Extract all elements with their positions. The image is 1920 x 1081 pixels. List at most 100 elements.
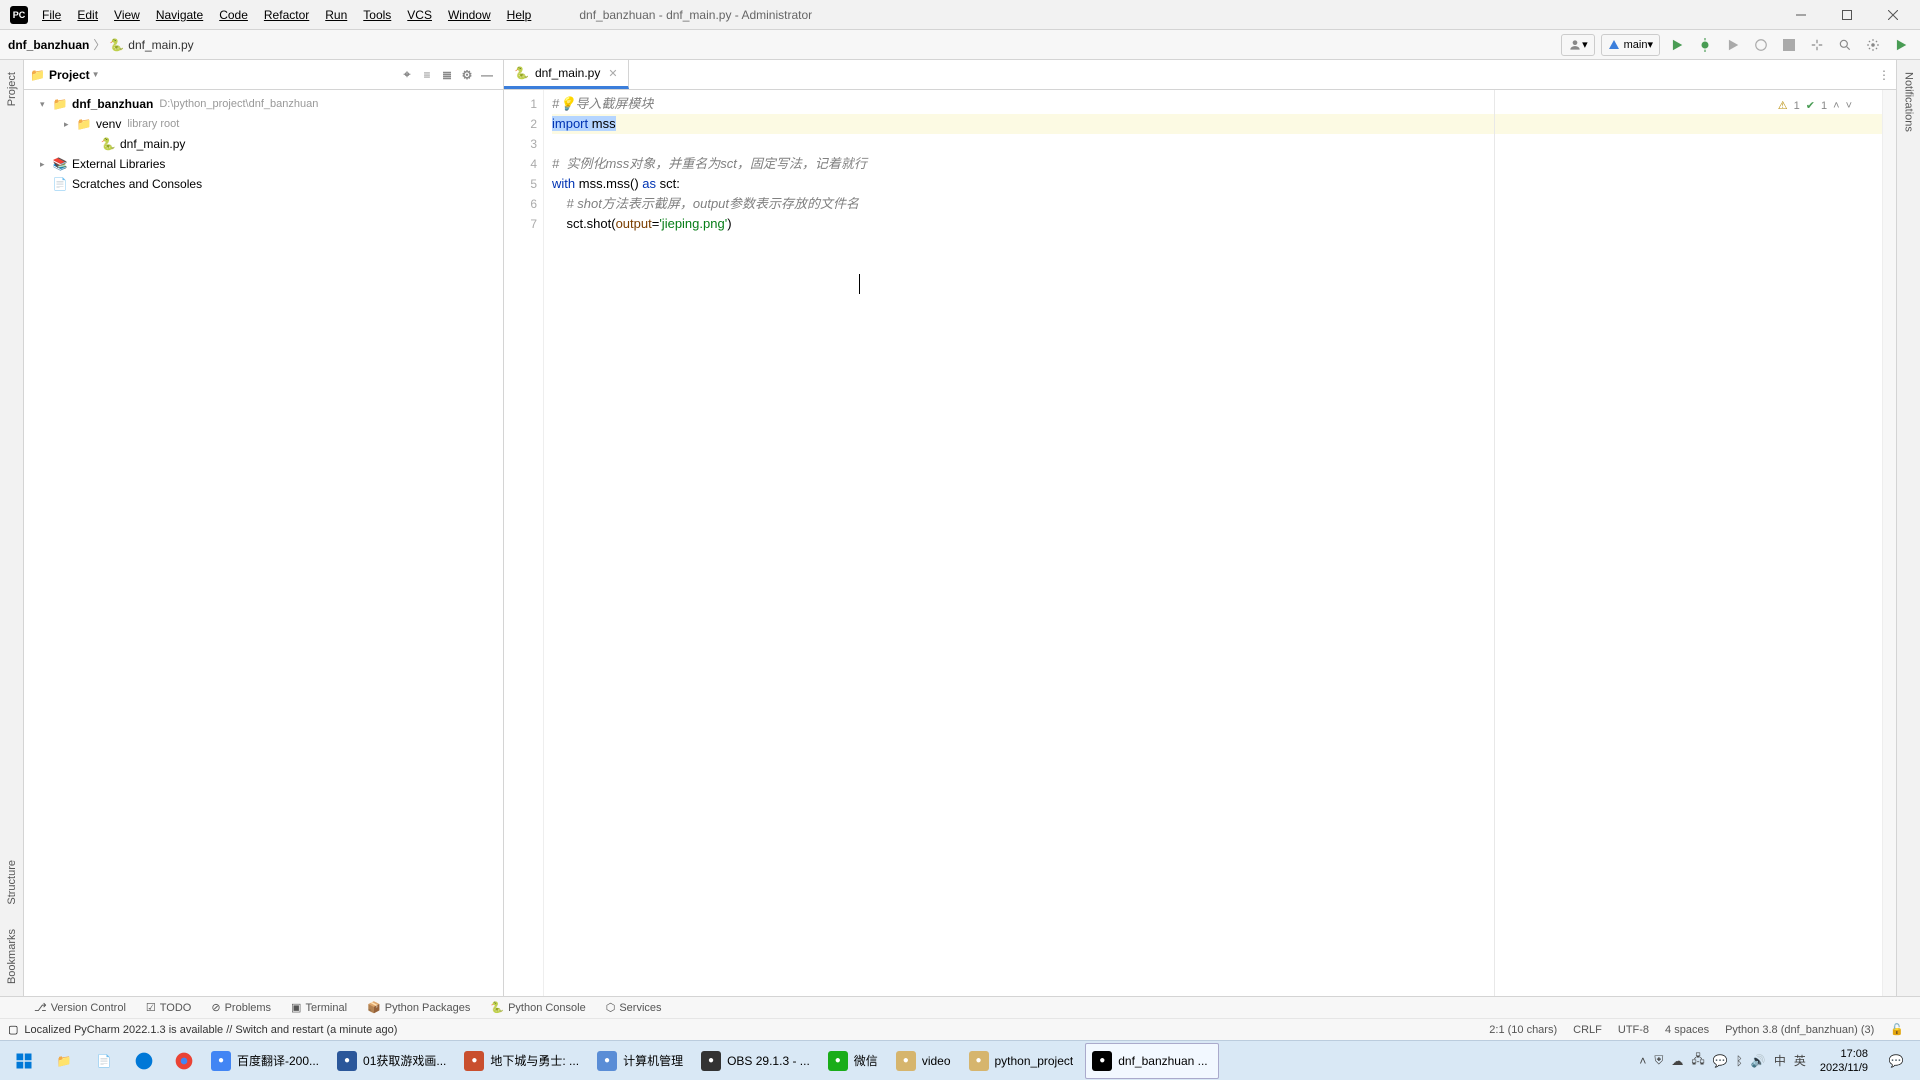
explorer-pinned-icon[interactable]: 📁	[44, 1041, 84, 1081]
taskbar-app[interactable]: ●01获取游戏画...	[331, 1043, 456, 1079]
notepad-pinned-icon[interactable]: 📄	[84, 1041, 124, 1081]
app-icon: ●	[1092, 1051, 1112, 1071]
coverage-button[interactable]	[1722, 34, 1744, 56]
project-view-dropdown[interactable]: ▼	[92, 70, 100, 79]
settings-button[interactable]	[1862, 34, 1884, 56]
tree-external-libs[interactable]: ▸ 📚 External Libraries	[24, 154, 503, 174]
select-opened-file-icon[interactable]: ⌖	[397, 65, 417, 85]
status-indicator-icon[interactable]: ▢	[8, 1023, 18, 1036]
code-editor[interactable]: 1234567 ⚠1 ✔1 ˄ ˅ #💡导入截屏模块 import mss # …	[504, 90, 1896, 996]
taskbar-app[interactable]: ●微信	[822, 1043, 888, 1079]
tree-venv[interactable]: ▸ 📁 venv library root	[24, 114, 503, 134]
taskbar-app[interactable]: ●video	[890, 1043, 961, 1079]
stop-button[interactable]	[1778, 34, 1800, 56]
taskbar-app[interactable]: ●python_project	[963, 1043, 1084, 1079]
app-label: python_project	[995, 1054, 1074, 1068]
chevron-down-icon[interactable]: ˅	[1846, 96, 1852, 116]
search-everywhere-button[interactable]	[1834, 34, 1856, 56]
user-button[interactable]: ▾	[1561, 34, 1595, 56]
taskbar-app[interactable]: ●OBS 29.1.3 - ...	[695, 1043, 820, 1079]
taskbar-app[interactable]: ●地下城与勇士: ...	[458, 1043, 589, 1079]
run-anything-button[interactable]	[1890, 34, 1912, 56]
taskbar-app[interactable]: ●dnf_banzhuan ...	[1085, 1043, 1218, 1079]
taskbar-clock[interactable]: 17:08 2023/11/9	[1812, 1047, 1876, 1075]
menu-tools[interactable]: Tools	[355, 0, 399, 30]
ime-indicator-1[interactable]: 中	[1774, 1052, 1786, 1069]
python-console-tab[interactable]: 🐍 Python Console	[480, 1001, 595, 1014]
action-center-icon[interactable]: 💬	[1876, 1041, 1916, 1081]
menu-file[interactable]: File	[34, 0, 69, 30]
indent-info[interactable]: 4 spaces	[1657, 1024, 1717, 1036]
tray-bluetooth-icon[interactable]: ᛒ	[1736, 1054, 1743, 1068]
menu-refactor[interactable]: Refactor	[256, 0, 317, 30]
menu-help[interactable]: Help	[499, 0, 540, 30]
debug-button[interactable]	[1694, 34, 1716, 56]
inspection-widget[interactable]: ⚠1 ✔1 ˄ ˅	[1778, 96, 1852, 116]
caret-position[interactable]: 2:1 (10 chars)	[1481, 1024, 1565, 1036]
system-tray[interactable]: ˄ ⛨ ☁ 🖧 💬 ᛒ 🔊 中 英	[1633, 1050, 1812, 1071]
terminal-tab[interactable]: ▣ Terminal	[281, 1001, 357, 1014]
chevron-right-icon[interactable]: ▸	[64, 119, 76, 130]
version-control-tab[interactable]: ⎇ Version Control	[24, 1001, 136, 1014]
breadcrumb-project[interactable]: dnf_banzhuan	[8, 38, 89, 52]
tab-dnf-main[interactable]: 🐍 dnf_main.py ✕	[504, 60, 629, 89]
menu-edit[interactable]: Edit	[69, 0, 106, 30]
chevron-down-icon[interactable]: ▾	[40, 99, 52, 110]
notifications-tool-tab[interactable]: Notifications	[1899, 60, 1919, 144]
tray-wechat-icon[interactable]: 💬	[1713, 1054, 1728, 1068]
interpreter-info[interactable]: Python 3.8 (dnf_banzhuan) (3)	[1717, 1024, 1882, 1036]
menu-navigate[interactable]: Navigate	[148, 0, 211, 30]
services-tab[interactable]: ⬡ Services	[596, 1001, 672, 1014]
chevron-up-icon[interactable]: ˄	[1833, 96, 1839, 116]
hide-panel-icon[interactable]: —	[477, 65, 497, 85]
panel-settings-icon[interactable]: ⚙	[457, 65, 477, 85]
tabs-menu-icon[interactable]: ⋮	[1872, 60, 1896, 89]
close-button[interactable]	[1870, 0, 1916, 30]
file-encoding[interactable]: UTF-8	[1610, 1024, 1657, 1036]
git-update-button[interactable]	[1806, 34, 1828, 56]
minimize-button[interactable]	[1778, 0, 1824, 30]
run-config-selector[interactable]: main ▾	[1601, 34, 1660, 56]
windows-taskbar: 📁 📄 ●百度翻译-200...●01获取游戏画...●地下城与勇士: ...●…	[0, 1040, 1920, 1080]
taskbar-app[interactable]: ●百度翻译-200...	[205, 1043, 329, 1079]
tray-chevron-up-icon[interactable]: ˄	[1639, 1054, 1646, 1068]
collapse-all-icon[interactable]: ≣	[437, 65, 457, 85]
breadcrumb-file[interactable]: dnf_main.py	[128, 38, 193, 52]
edge-pinned-icon[interactable]	[124, 1041, 164, 1081]
project-tree[interactable]: ▾ 📁 dnf_banzhuan D:\python_project\dnf_b…	[24, 90, 503, 996]
line-separator[interactable]: CRLF	[1565, 1024, 1610, 1036]
editor-scrollbar[interactable]	[1882, 90, 1896, 996]
tree-root[interactable]: ▾ 📁 dnf_banzhuan D:\python_project\dnf_b…	[24, 94, 503, 114]
app-label: 01获取游戏画...	[363, 1052, 446, 1069]
chrome-pinned-icon[interactable]	[164, 1041, 204, 1081]
taskbar-app[interactable]: ●计算机管理	[591, 1043, 693, 1079]
readonly-lock-icon[interactable]: 🔓	[1882, 1023, 1912, 1036]
tree-scratches[interactable]: 📄 Scratches and Consoles	[24, 174, 503, 194]
bookmarks-tool-tab[interactable]: Bookmarks	[2, 917, 22, 996]
menu-code[interactable]: Code	[211, 0, 256, 30]
menu-view[interactable]: View	[106, 0, 148, 30]
tray-volume-icon[interactable]: 🔊	[1751, 1054, 1766, 1068]
menu-vcs[interactable]: VCS	[399, 0, 440, 30]
maximize-button[interactable]	[1824, 0, 1870, 30]
tray-security-icon[interactable]: ⛨	[1654, 1053, 1663, 1068]
folder-icon: 📁	[76, 117, 92, 131]
todo-tab[interactable]: ☑ TODO	[136, 1001, 201, 1014]
profile-button[interactable]	[1750, 34, 1772, 56]
close-tab-icon[interactable]: ✕	[608, 67, 617, 80]
python-packages-tab[interactable]: 📦 Python Packages	[357, 1001, 480, 1014]
menu-run[interactable]: Run	[317, 0, 355, 30]
tray-network-icon[interactable]: 🖧	[1691, 1050, 1704, 1071]
start-button[interactable]	[4, 1041, 44, 1081]
menu-window[interactable]: Window	[440, 0, 499, 30]
run-button[interactable]	[1666, 34, 1688, 56]
expand-all-icon[interactable]: ≡	[417, 65, 437, 85]
structure-tool-tab[interactable]: Structure	[2, 848, 22, 917]
chevron-right-icon[interactable]: ▸	[40, 159, 52, 170]
problems-tab[interactable]: ⊘ Problems	[201, 1001, 281, 1014]
status-message[interactable]: Localized PyCharm 2022.1.3 is available …	[24, 1024, 397, 1036]
tree-file-main[interactable]: 🐍 dnf_main.py	[24, 134, 503, 154]
project-tool-tab[interactable]: Project	[2, 60, 22, 118]
tray-cloud-icon[interactable]: ☁	[1671, 1054, 1683, 1068]
ime-indicator-2[interactable]: 英	[1794, 1052, 1806, 1069]
